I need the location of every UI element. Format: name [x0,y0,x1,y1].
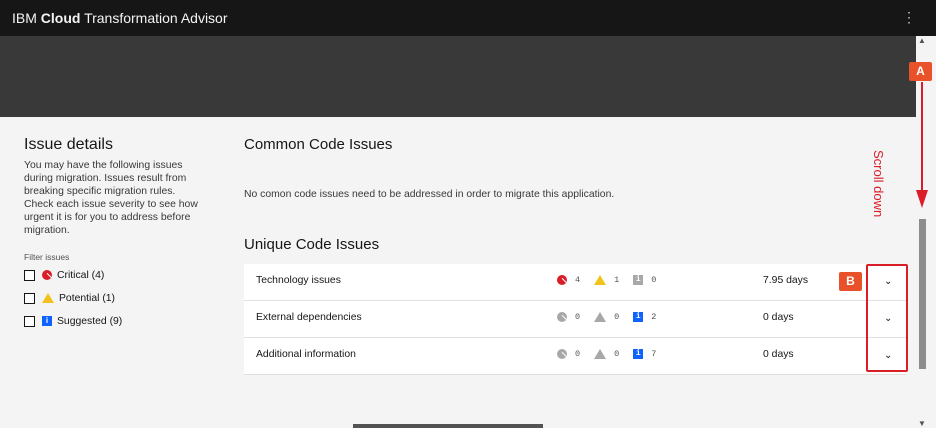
issue-counts: 0 0 i7 [557,349,670,359]
brand-bold: Cloud [40,10,81,26]
issues-main-panel: Common Code Issues No comon code issues … [244,136,906,375]
scroll-up-icon[interactable]: ▲ [918,36,926,45]
scrollbar-thumb[interactable] [919,219,926,369]
issue-details-description: You may have the following issues during… [24,160,198,236]
filter-potential[interactable]: Potential (1) [24,288,204,308]
suggested-count: 2 [651,312,657,322]
annotation-highlight-box [866,264,908,372]
suggested-checkbox[interactable] [24,315,35,327]
critical-icon [42,270,52,280]
common-code-issues-message: No comon code issues need to be addresse… [244,189,615,200]
filter-suggested[interactable]: i Suggested (9) [24,311,204,331]
content-area: Issue details You may have the following… [0,117,916,428]
issue-counts: 4 1 i0 [557,275,670,285]
scroll-down-annotation: Scroll down [871,150,886,218]
issue-row-name: Additional information [256,349,356,360]
scroll-arrow-head [916,190,928,208]
info-icon: i [633,275,644,285]
annotation-badge-b: B [839,272,862,291]
filter-potential-label: Potential (1) [59,292,116,304]
warning-icon [594,349,607,359]
brand-suffix: Transformation Advisor [84,10,228,26]
info-icon: i [42,316,52,326]
unique-code-issues-title: Unique Code Issues [244,236,380,253]
common-code-issues-title: Common Code Issues [244,136,393,153]
potential-checkbox[interactable] [24,292,35,304]
critical-count: 0 [575,312,581,322]
critical-count: 4 [575,275,581,285]
issue-counts: 0 0 i2 [557,312,670,322]
warning-icon [594,275,607,285]
critical-icon [557,349,567,359]
suggested-count: 0 [651,275,657,285]
top-navigation-bar: IBM Cloud Transformation Advisor ⋮ [0,0,936,36]
filter-critical-label: Critical (4) [57,269,105,281]
filter-critical[interactable]: Critical (4) [24,265,204,285]
scroll-down-icon[interactable]: ▼ [918,419,926,428]
issue-row-name: Technology issues [256,275,341,286]
effort-days: 0 days [763,349,794,360]
overflow-menu-icon[interactable]: ⋮ [902,9,916,26]
issue-row-technology[interactable]: Technology issues 4 1 i0 7.95 days ⌄ [244,264,906,301]
unique-issues-table: Technology issues 4 1 i0 7.95 days ⌄ Ext… [244,264,906,375]
issue-row-external-dependencies[interactable]: External dependencies 0 0 i2 0 days ⌄ [244,301,906,338]
potential-count: 0 [614,349,620,359]
warning-icon [594,312,607,322]
warning-icon [42,293,54,303]
brand-prefix: IBM [12,10,37,26]
effort-days: 0 days [763,312,794,323]
header-banner [0,36,916,117]
app-title[interactable]: IBM Cloud Transformation Advisor [12,10,228,26]
info-icon: i [633,349,644,359]
suggested-count: 7 [651,349,657,359]
info-icon: i [633,312,644,322]
issue-details-title: Issue details [24,136,113,153]
horizontal-scrollbar-thumb[interactable] [353,424,543,428]
filter-issues-label: Filter issues [24,252,70,262]
critical-checkbox[interactable] [24,269,35,281]
issue-details-panel: Issue details You may have the following… [24,136,204,331]
annotation-badge-a: A [909,62,932,81]
scroll-arrow-line [921,82,923,192]
critical-icon [557,275,567,285]
issue-row-name: External dependencies [256,312,362,323]
filter-suggested-label: Suggested (9) [57,315,123,327]
potential-count: 1 [614,275,620,285]
critical-icon [557,312,567,322]
issue-row-additional-information[interactable]: Additional information 0 0 i7 0 days ⌄ [244,338,906,375]
critical-count: 0 [575,349,581,359]
effort-days: 7.95 days [763,275,809,286]
vertical-scrollbar[interactable]: ▲ ▼ [916,36,936,428]
potential-count: 0 [614,312,620,322]
